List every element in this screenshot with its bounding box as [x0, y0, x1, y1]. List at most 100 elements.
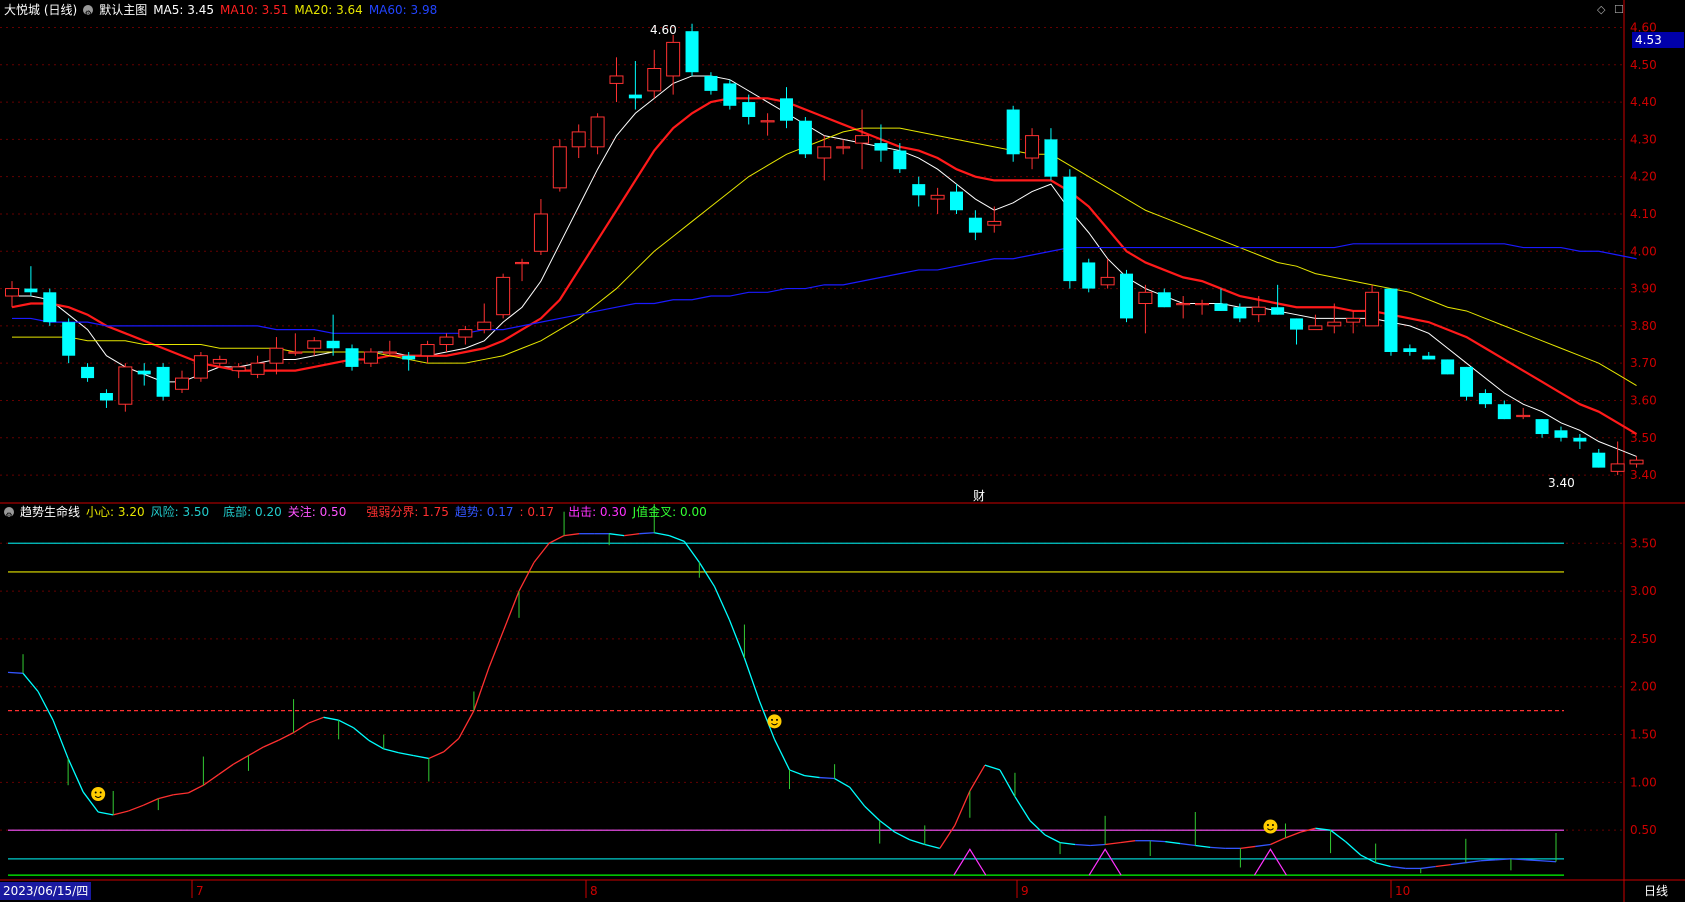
candle-body-up — [1365, 291, 1380, 327]
candle-body-up — [1346, 317, 1361, 323]
template-label[interactable]: 默认主图 — [99, 1, 147, 19]
candle-body-up — [307, 340, 322, 349]
trend-segment — [1345, 841, 1362, 856]
maximize-icon[interactable]: ☐ — [1614, 3, 1624, 16]
smiley-marker — [1263, 819, 1278, 834]
ma20-label: MA20: 3.64 — [294, 3, 363, 17]
candle-body-down — [81, 366, 95, 379]
trend-segment — [1120, 840, 1136, 844]
chuji-peak — [1088, 848, 1122, 876]
diamond-icon[interactable]: ◇ — [1597, 3, 1605, 16]
trend-segment — [368, 739, 385, 750]
candle-body-up — [760, 120, 775, 123]
sub-settings-icon[interactable]: ⚙ — [4, 507, 14, 520]
trend-segment — [52, 719, 69, 759]
trend-segment — [609, 533, 625, 537]
candle-body-up — [175, 377, 190, 390]
candle-body-down — [1006, 109, 1020, 155]
candle-body-up — [817, 146, 832, 159]
settings-icon[interactable]: ⚙ — [83, 5, 94, 18]
candle-body-down — [742, 102, 756, 117]
sub-tick-label: 1.50 — [1630, 728, 1657, 742]
trend-segment — [1375, 862, 1391, 868]
trend-segment — [1195, 844, 1211, 849]
date-label: 2023/06/15/四 — [0, 882, 92, 900]
candle-body-up — [590, 116, 605, 148]
high-price-label: 4.60 — [650, 23, 677, 37]
trend-segment — [142, 798, 159, 806]
candle-body-down — [1044, 139, 1058, 177]
trend-segment — [533, 542, 550, 563]
trend-segment — [969, 764, 986, 792]
candle-body-up — [212, 358, 227, 364]
candle-body-down — [704, 75, 718, 91]
trend-segment — [804, 775, 820, 779]
sub-tick-label: 1.00 — [1630, 775, 1657, 789]
candle-body-up — [420, 344, 435, 357]
trend-segment — [488, 629, 505, 668]
trend-segment — [1165, 841, 1181, 845]
trend-segment — [1390, 865, 1406, 870]
trend-segment — [1450, 862, 1466, 866]
candle-body-down — [1592, 452, 1606, 468]
trend-segment — [1044, 834, 1061, 844]
trend-segment — [7, 671, 24, 674]
smiley-eye — [775, 718, 778, 721]
candle-body-down — [912, 184, 926, 196]
trend-segment — [1075, 843, 1091, 847]
guanzhu-label: 关注: 0.50 — [287, 505, 347, 519]
candle-body-up — [1308, 325, 1323, 331]
candle-body-up — [477, 321, 492, 331]
trend-segment — [203, 774, 219, 786]
trend-segment — [698, 562, 715, 587]
candle-body-up — [571, 131, 586, 148]
financial-marker[interactable]: 财 — [973, 488, 985, 504]
candle-body-up — [382, 351, 397, 354]
dibu-label: 底部: 0.20 — [223, 505, 282, 519]
candle-body-down — [1422, 355, 1436, 360]
ma-line-ma5 — [12, 75, 1637, 457]
trend-segment — [338, 719, 354, 729]
trend-segment — [173, 792, 189, 796]
candle-body-down — [43, 292, 57, 323]
candle-body-down — [24, 288, 38, 293]
trend-segment — [563, 533, 580, 537]
main-tick-label: 3.70 — [1630, 356, 1657, 370]
trend-segment — [1150, 840, 1166, 843]
candle-body-up — [552, 146, 567, 189]
candle-body-down — [1290, 318, 1304, 330]
candle-body-down — [950, 191, 963, 211]
ma10-label: MA10: 3.51 — [219, 3, 289, 17]
chuji-label: 出击: 0.30 — [568, 505, 627, 519]
stock-title[interactable]: 大悦城 (日线) — [4, 1, 77, 19]
trend-segment — [218, 763, 234, 776]
trend-segment — [1420, 865, 1436, 870]
trend-segment — [683, 540, 700, 563]
indicator-title[interactable]: 趋势生命线 — [20, 503, 80, 521]
trend-segment — [113, 810, 129, 816]
trend-segment — [248, 746, 264, 757]
trend-segment — [323, 716, 339, 721]
trend-segment — [1540, 860, 1557, 863]
candle-body-up — [193, 355, 208, 379]
trend-segment — [1105, 841, 1121, 846]
trend-segment — [819, 776, 835, 780]
trend-segment — [428, 751, 445, 760]
sub-tick-label: 2.50 — [1630, 632, 1657, 646]
trend-segment — [728, 619, 746, 659]
fengxian-label: 风险: 3.50 — [150, 505, 210, 519]
candle-body-up — [1176, 302, 1191, 306]
trend-segment — [624, 533, 640, 537]
trend-segment — [1465, 860, 1481, 864]
candle-body-up — [269, 347, 284, 364]
sub-chart-header: ⚙ 趋势生命线 小心: 3.20 风险: 3.50 底部: 0.20 关注: 0… — [4, 503, 707, 521]
period-label[interactable]: 日线 — [1644, 883, 1668, 899]
month-label-7: 7 — [196, 884, 204, 898]
jzhi-label: J值金叉: 0.00 — [632, 505, 707, 519]
trend-segment — [98, 811, 114, 816]
trend-segment — [954, 790, 971, 826]
candle-body-up — [533, 213, 548, 252]
chart-canvas[interactable]: 3.40 3.50 3.60 3.70 3.80 3.90 4.00 4.10 4.20 4.30… — [0, 0, 1685, 902]
low-price-label: 3.40 — [1548, 476, 1575, 490]
trend-segment — [984, 764, 1001, 771]
